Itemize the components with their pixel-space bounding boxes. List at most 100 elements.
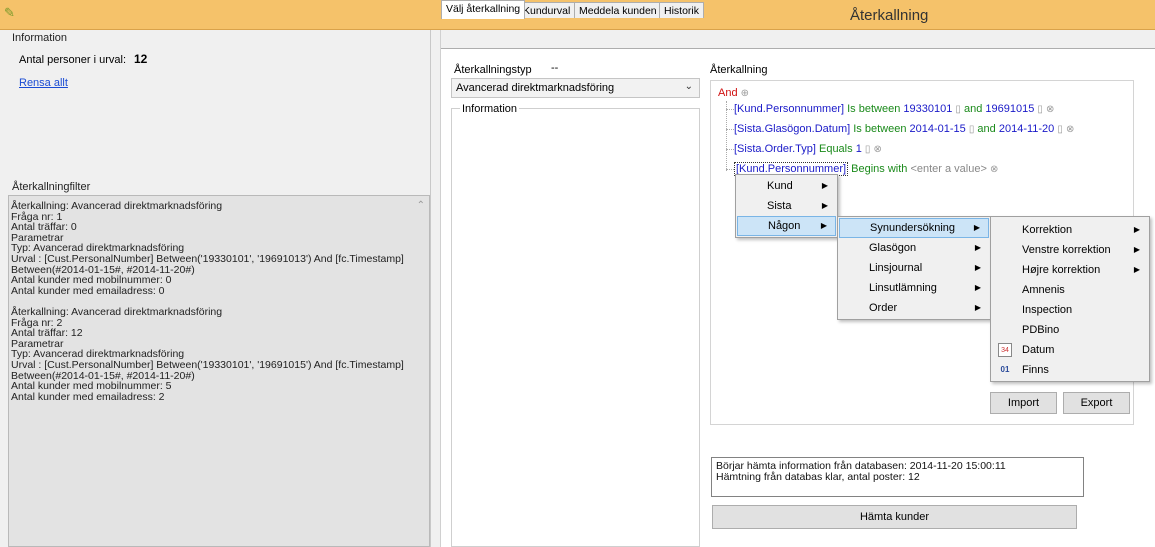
- recall-tree-label: Återkallning: [710, 64, 768, 76]
- fetch-customers-button[interactable]: Hämta kunder: [712, 505, 1077, 529]
- condition-row-3[interactable]: [Sista.Order.Typ] Equals 1 ▯ ⊗: [734, 143, 882, 155]
- menu-item-synundersokning[interactable]: Synundersökning ▶: [839, 218, 989, 238]
- menu-item-label: Linsutlämning: [869, 282, 937, 294]
- submenu-arrow-icon: ▶: [820, 221, 827, 230]
- remove-condition-icon[interactable]: ⊗: [1066, 124, 1074, 135]
- menu-item-linsjournal[interactable]: Linsjournal ▶: [839, 258, 989, 278]
- menu-item-label: Glasögon: [869, 242, 917, 254]
- scroll-up-icon[interactable]: ⌃: [417, 200, 425, 211]
- menu-item-linsutlamning[interactable]: Linsutlämning ▶: [839, 278, 989, 298]
- value-picker-icon[interactable]: ▯: [1057, 124, 1063, 135]
- condition-value[interactable]: 1: [856, 143, 862, 155]
- menu-item-datum[interactable]: 34 Datum: [992, 340, 1148, 360]
- menu-item-korrektion[interactable]: Korrektion ▶: [992, 220, 1148, 240]
- recall-type-dash: --: [551, 62, 559, 74]
- add-condition-icon[interactable]: ⊕: [741, 88, 749, 99]
- persons-count-label: Antal personer i urval:: [19, 54, 126, 66]
- menu-item-label: Linsjournal: [869, 262, 923, 274]
- menu-item-label: Datum: [1022, 344, 1055, 356]
- submenu-arrow-icon: ▶: [974, 243, 981, 252]
- condition-row-2[interactable]: [Sista.Glasögon.Datum] Is between 2014-0…: [734, 123, 1074, 135]
- menu-item-label: Synundersökning: [870, 222, 956, 234]
- menu-item-finns[interactable]: 01 Finns: [992, 360, 1148, 380]
- recall-type-select[interactable]: Avancerad direktmarknadsföring ⌄: [451, 78, 700, 98]
- menu-item-label: Kund: [767, 180, 793, 192]
- menu-item-nagon[interactable]: Någon ▶: [737, 216, 836, 236]
- app-icon: ✎: [4, 5, 15, 20]
- submenu-arrow-icon: ▶: [974, 303, 981, 312]
- menu-item-label: Højre korrektion: [1022, 264, 1101, 276]
- condition-and: and: [963, 103, 983, 115]
- menu-item-label: PDBino: [1022, 324, 1060, 336]
- persons-count-value: 12: [134, 52, 148, 66]
- menu-item-order[interactable]: Order ▶: [839, 298, 989, 318]
- context-menu-2: Synundersökning ▶ Glasögon ▶ Linsjournal ▶ …: [837, 216, 991, 320]
- import-button[interactable]: Import: [990, 392, 1057, 414]
- condition-value-placeholder[interactable]: <enter a value>: [910, 163, 986, 175]
- tab-kundurval[interactable]: Kundurval: [518, 2, 576, 18]
- menu-item-label: Amnenis: [1022, 284, 1065, 296]
- condition-value-2[interactable]: 2014-11-20: [999, 123, 1054, 135]
- value-picker-icon[interactable]: ▯: [969, 124, 975, 135]
- menu-item-hojre-korrektion[interactable]: Højre korrektion ▶: [992, 260, 1148, 280]
- menu-item-label: Finns: [1022, 364, 1049, 376]
- recall-type-label: Återkallningstyp: [454, 64, 532, 76]
- filter-text: Återkallning: Avancerad direktmarknadsfö…: [11, 200, 404, 403]
- value-picker-icon[interactable]: ▯: [955, 104, 961, 115]
- condition-row-1[interactable]: [Kund.Personnummer] Is between 19330101 …: [734, 103, 1054, 115]
- condition-field[interactable]: [Sista.Order.Typ]: [734, 143, 816, 155]
- information-box-label: Information: [460, 103, 520, 115]
- filter-group-label: Återkallningfilter: [12, 181, 91, 193]
- and-node[interactable]: And ⊕: [718, 87, 749, 99]
- condition-operator[interactable]: Is between: [853, 123, 906, 135]
- value-picker-icon[interactable]: ▯: [1037, 104, 1043, 115]
- submenu-arrow-icon: ▶: [821, 201, 828, 210]
- information-box: [451, 108, 700, 547]
- menu-item-inspection[interactable]: Inspection: [992, 300, 1148, 320]
- menu-item-label: Någon: [768, 220, 801, 232]
- condition-operator[interactable]: Is between: [847, 103, 900, 115]
- menu-item-sista[interactable]: Sista ▶: [737, 196, 836, 216]
- splitter[interactable]: [431, 30, 441, 547]
- menu-item-label: Sista: [767, 200, 792, 212]
- export-button[interactable]: Export: [1063, 392, 1130, 414]
- submenu-arrow-icon: ▶: [1133, 225, 1140, 234]
- remove-condition-icon[interactable]: ⊗: [873, 144, 881, 155]
- submenu-arrow-icon: ▶: [974, 263, 981, 272]
- submenu-arrow-icon: ▶: [1133, 245, 1140, 254]
- clear-all-link[interactable]: Rensa allt: [19, 77, 68, 89]
- condition-value[interactable]: 2014-01-15: [910, 123, 966, 135]
- and-label: And: [718, 87, 738, 99]
- value-picker-icon[interactable]: ▯: [865, 144, 871, 155]
- submenu-arrow-icon: ▶: [821, 181, 828, 190]
- menu-item-amnenis[interactable]: Amnenis: [992, 280, 1148, 300]
- chevron-down-icon: ⌄: [684, 81, 693, 92]
- log-textbox[interactable]: Börjar hämta information från databasen:…: [711, 457, 1084, 497]
- condition-value-2[interactable]: 19691015: [985, 103, 1034, 115]
- condition-and: and: [977, 123, 996, 135]
- context-menu-3: Korrektion ▶ Venstre korrektion ▶ Højre ko…: [990, 216, 1150, 382]
- tab-historik[interactable]: Historik: [659, 2, 705, 18]
- condition-value[interactable]: 19330101: [903, 103, 952, 115]
- remove-condition-icon[interactable]: ⊗: [990, 164, 998, 175]
- menu-item-label: Inspection: [1022, 304, 1073, 316]
- menu-item-label: Korrektion: [1022, 224, 1073, 236]
- tab-meddela-kunden[interactable]: Meddela kunden: [574, 2, 662, 18]
- filter-textbox[interactable]: Återkallning: Avancerad direktmarknadsfö…: [8, 195, 430, 547]
- condition-field[interactable]: [Sista.Glasögon.Datum]: [734, 123, 850, 135]
- menu-item-glasogon[interactable]: Glasögon ▶: [839, 238, 989, 258]
- information-group-label: Information: [12, 32, 68, 44]
- recall-type-value: Avancerad direktmarknadsföring: [456, 82, 615, 94]
- menu-item-venstre-korrektion[interactable]: Venstre korrektion ▶: [992, 240, 1148, 260]
- menu-item-pdbino[interactable]: PDBino: [992, 320, 1148, 340]
- condition-operator[interactable]: Equals: [819, 143, 853, 155]
- menu-item-kund[interactable]: Kund ▶: [737, 176, 836, 196]
- condition-operator[interactable]: Begins with: [851, 163, 907, 175]
- menu-item-label: Order: [869, 302, 898, 314]
- binary-icon: 01: [1000, 365, 1010, 374]
- window-title: Återkallning: [850, 7, 929, 24]
- tab-valj-aterkallning[interactable]: Välj återkallning: [441, 0, 526, 19]
- remove-condition-icon[interactable]: ⊗: [1046, 104, 1054, 115]
- submenu-arrow-icon: ▶: [973, 223, 980, 232]
- condition-field[interactable]: [Kund.Personnummer]: [734, 103, 844, 115]
